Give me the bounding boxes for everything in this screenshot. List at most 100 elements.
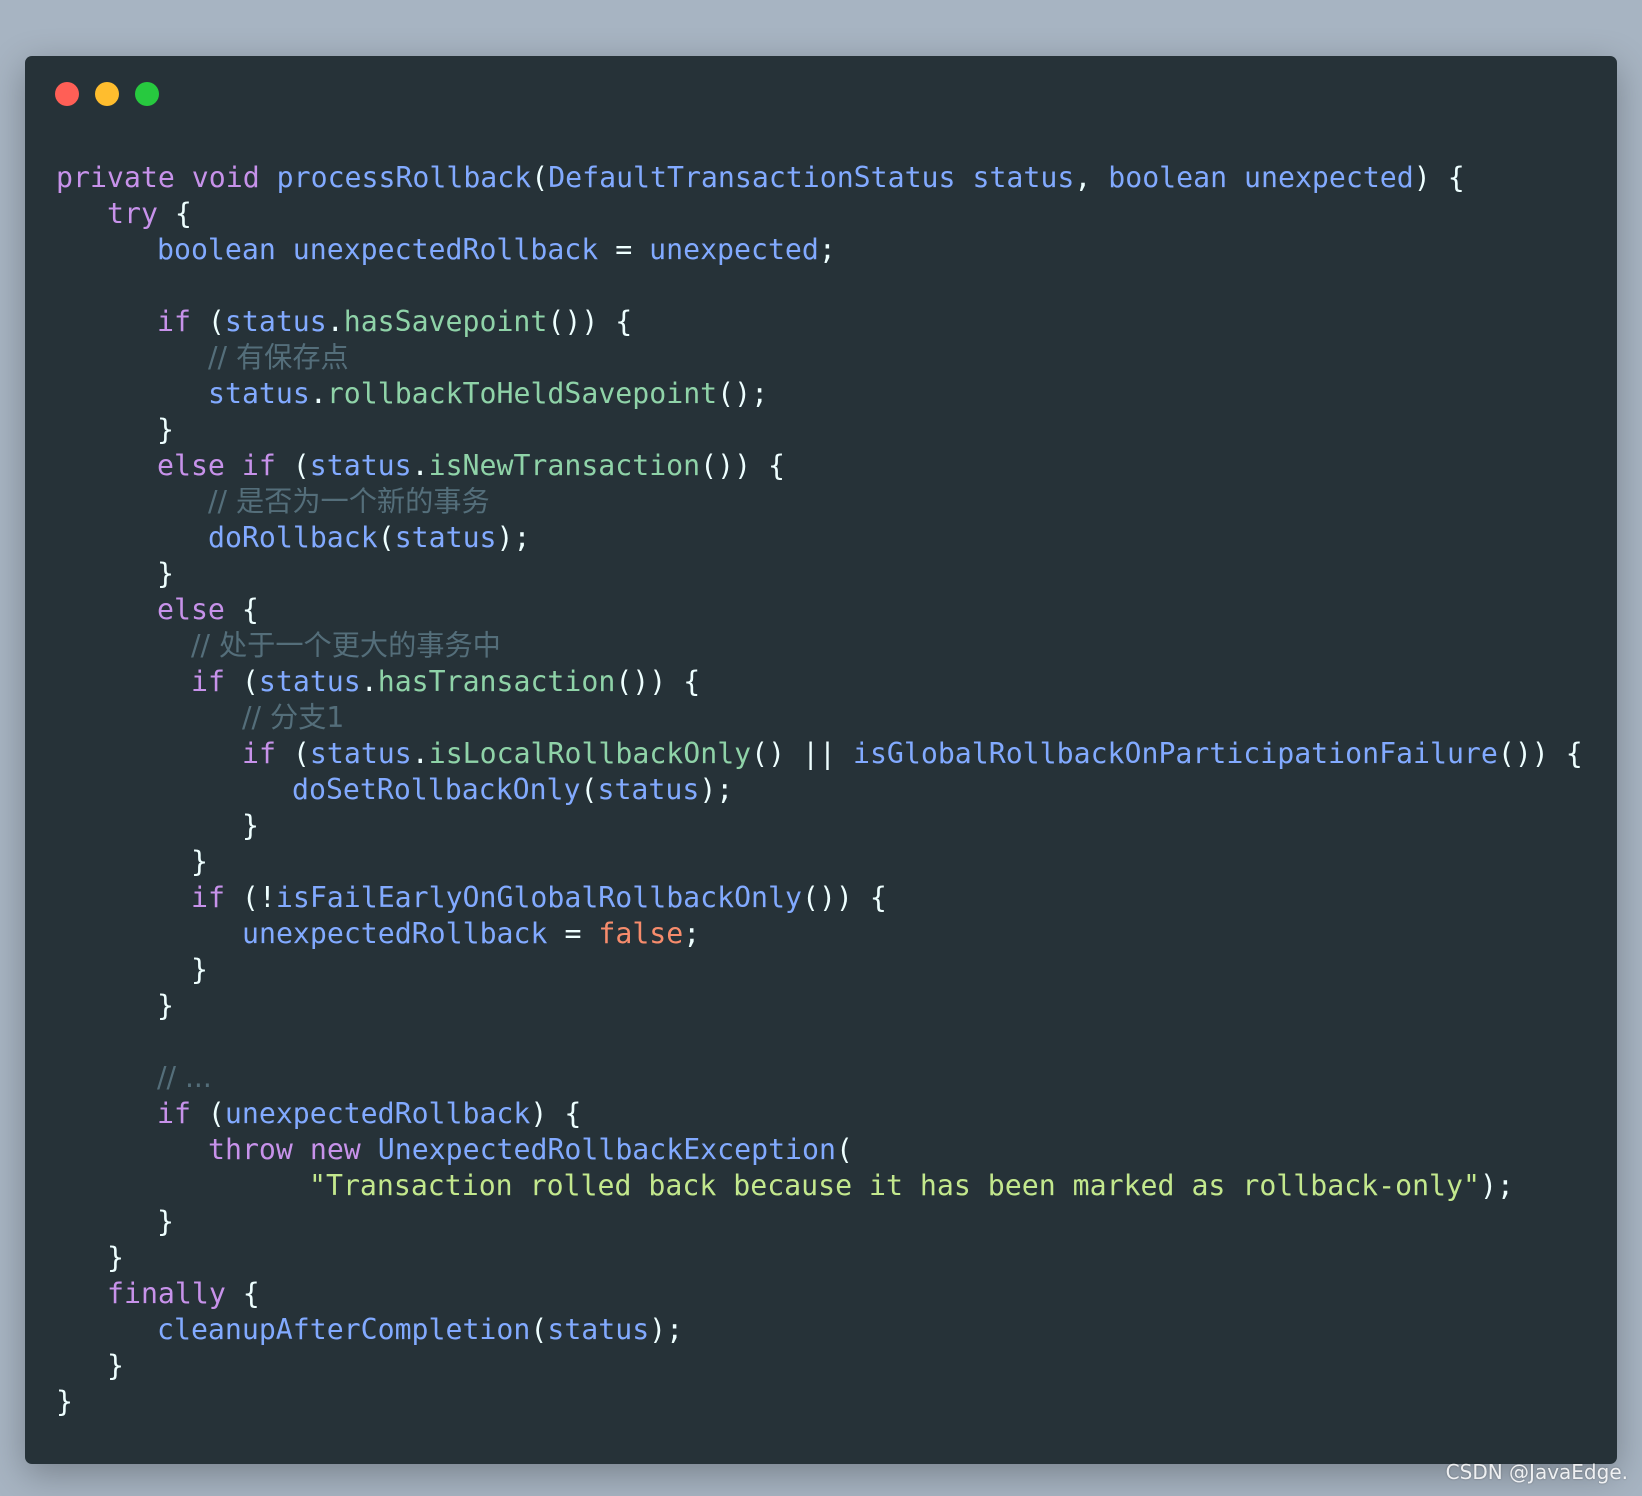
code-block: private void processRollback(DefaultTran… — [56, 160, 1583, 1420]
code-token: boolean — [157, 233, 276, 266]
code-line: try { — [56, 196, 1583, 232]
code-token: if — [191, 881, 225, 914]
code-token: } — [157, 1205, 174, 1238]
code-token: } — [242, 809, 259, 842]
code-token: if — [157, 305, 191, 338]
code-token: // 有保存点 — [208, 341, 349, 374]
code-line: } — [56, 556, 1583, 592]
code-line: status.rollbackToHeldSavepoint(); — [56, 376, 1583, 412]
code-token: . — [326, 305, 344, 338]
code-token: ( — [224, 665, 259, 698]
code-line: private void processRollback(DefaultTran… — [56, 160, 1583, 196]
code-token: { — [224, 593, 259, 626]
code-line: unexpectedRollback = false; — [56, 916, 1583, 952]
code-token: ( — [377, 521, 395, 554]
code-token: ) { — [530, 1097, 582, 1130]
code-token: isNewTransaction — [428, 449, 701, 482]
code-token: UnexpectedRollbackException — [377, 1133, 836, 1166]
code-token: (); — [717, 377, 769, 410]
code-token: doRollback — [208, 521, 378, 554]
minimize-dot-icon[interactable] — [95, 82, 119, 106]
code-token: // 是否为一个新的事务 — [208, 485, 490, 518]
code-line: } — [56, 808, 1583, 844]
code-token: . — [360, 665, 378, 698]
code-token: ()) { — [700, 449, 785, 482]
code-line: // ... — [56, 1060, 1583, 1096]
code-token: = — [598, 233, 650, 266]
code-token: ( — [275, 449, 310, 482]
code-line: else if (status.isNewTransaction()) { — [56, 448, 1583, 484]
code-line: if (status.hasSavepoint()) { — [56, 304, 1583, 340]
code-token: . — [309, 377, 327, 410]
code-token: { — [157, 197, 192, 230]
code-token: isGlobalRollbackOnParticipationFailure — [852, 737, 1498, 770]
code-token: "Transaction rolled back because it has … — [309, 1169, 1480, 1202]
code-token: } — [56, 1385, 73, 1418]
code-token: } — [157, 557, 174, 590]
code-line: } — [56, 1240, 1583, 1276]
code-token: if — [157, 1097, 191, 1130]
code-token: throw — [208, 1133, 293, 1166]
code-line: if (status.isLocalRollbackOnly() || isGl… — [56, 736, 1583, 772]
code-line: if (!isFailEarlyOnGlobalRollbackOnly()) … — [56, 880, 1583, 916]
code-token: ); — [496, 521, 531, 554]
code-token: ( — [530, 1313, 548, 1346]
code-token: ; — [683, 917, 701, 950]
code-line: finally { — [56, 1276, 1583, 1312]
code-token: if — [191, 665, 225, 698]
close-dot-icon[interactable] — [55, 82, 79, 106]
code-token: } — [107, 1241, 124, 1274]
code-token: ()) { — [801, 881, 887, 914]
code-token: finally — [107, 1277, 226, 1310]
code-token: ()) { — [547, 305, 633, 338]
code-line: } — [56, 1204, 1583, 1240]
code-token: unexpectedRollback — [242, 917, 548, 950]
code-token: { — [225, 1277, 260, 1310]
code-token: try — [107, 197, 158, 230]
maximize-dot-icon[interactable] — [135, 82, 159, 106]
code-token: status — [224, 305, 327, 338]
code-token: processRollback — [276, 161, 532, 194]
code-token: unexpected — [1244, 161, 1414, 194]
code-token: ; — [818, 233, 836, 266]
code-line: } — [56, 988, 1583, 1024]
code-token: ( — [580, 773, 598, 806]
code-token: hasTransaction — [377, 665, 616, 698]
code-token: status — [547, 1313, 650, 1346]
code-token: ( — [190, 305, 225, 338]
code-token: status — [394, 521, 497, 554]
code-token: } — [107, 1349, 124, 1382]
code-token: hasSavepoint — [343, 305, 548, 338]
code-token: status — [208, 377, 310, 410]
code-token: , — [1074, 161, 1109, 194]
code-token: DefaultTransactionStatus — [548, 161, 956, 194]
code-token: ); — [1479, 1169, 1514, 1202]
code-token: isLocalRollbackOnly — [428, 737, 752, 770]
code-token: unexpectedRollback — [292, 233, 599, 266]
code-token: rollbackToHeldSavepoint — [326, 377, 718, 410]
code-token: // 分支1 — [242, 701, 345, 734]
